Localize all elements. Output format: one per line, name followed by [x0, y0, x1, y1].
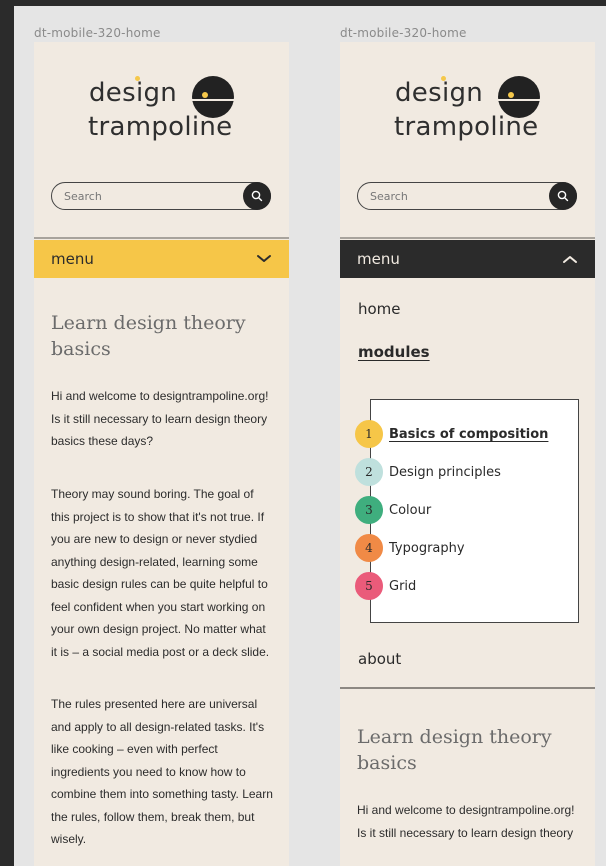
- logo[interactable]: design trampoline: [34, 72, 289, 152]
- menu-label: menu: [357, 250, 400, 268]
- artboard-home-menu-expanded: design trampoline menu home modules 1 Bas…: [340, 42, 595, 866]
- module-label: Grid: [389, 578, 417, 594]
- body-paragraph: Theory may sound boring. The goal of thi…: [51, 487, 270, 659]
- menu-toggle[interactable]: menu: [34, 240, 289, 278]
- logo-dot-icon: [441, 76, 446, 81]
- artboard-home-menu-collapsed: design trampoline menu Learn design theo…: [34, 42, 289, 866]
- module-item[interactable]: 2 Design principles: [355, 457, 575, 487]
- module-item[interactable]: 5 Grid: [355, 571, 575, 601]
- module-item[interactable]: 4 Typography: [355, 533, 575, 563]
- divider: [34, 237, 289, 239]
- module-label: Basics of composition: [389, 426, 549, 442]
- logo-text-line1: design: [89, 78, 178, 108]
- modules-submenu: 1 Basics of composition 2 Design principles…: [355, 399, 579, 623]
- intro-paragraph: Hi and welcome to designtrampoline.org! …: [357, 803, 575, 840]
- module-label: Typography: [389, 540, 465, 556]
- logo-text-line1: design: [395, 78, 484, 108]
- body-paragraph: The rules presented here are universal a…: [51, 697, 273, 846]
- divider: [340, 237, 595, 239]
- search-button[interactable]: [243, 182, 271, 210]
- search-icon: [251, 190, 263, 202]
- page-title: Learn design theory basics: [357, 726, 552, 774]
- logo-sun-icon: [498, 76, 540, 118]
- search-input[interactable]: [64, 188, 234, 204]
- artboard-label[interactable]: dt-mobile-320-home: [340, 26, 467, 40]
- module-label: Colour: [389, 502, 432, 518]
- logo[interactable]: design trampoline: [340, 72, 595, 152]
- module-number-badge: 5: [355, 572, 383, 600]
- module-item[interactable]: 3 Colour: [355, 495, 575, 525]
- search-icon: [557, 190, 569, 202]
- chevron-down-icon: [257, 255, 271, 262]
- module-label: Design principles: [389, 464, 501, 480]
- logo-sun-icon: [192, 76, 234, 118]
- menu-toggle[interactable]: menu: [340, 240, 595, 278]
- search-bar: [357, 182, 577, 210]
- nav-link-about[interactable]: about: [358, 650, 401, 668]
- artboard-label[interactable]: dt-mobile-320-home: [34, 26, 161, 40]
- menu-label: menu: [51, 250, 94, 268]
- module-number-badge: 1: [355, 420, 383, 448]
- logo-dot-icon: [135, 76, 140, 81]
- intro-paragraph: Hi and welcome to designtrampoline.org! …: [51, 389, 269, 448]
- chevron-up-icon: [563, 256, 577, 263]
- divider: [340, 687, 595, 689]
- search-button[interactable]: [549, 182, 577, 210]
- nav-link-modules[interactable]: modules: [358, 343, 430, 361]
- module-number-badge: 4: [355, 534, 383, 562]
- page-title: Learn design theory basics: [51, 312, 246, 360]
- module-number-badge: 2: [355, 458, 383, 486]
- search-bar: [51, 182, 271, 210]
- module-number-badge: 3: [355, 496, 383, 524]
- module-item[interactable]: 1 Basics of composition: [355, 419, 575, 449]
- nav-link-home[interactable]: home: [358, 300, 401, 318]
- search-input[interactable]: [370, 188, 540, 204]
